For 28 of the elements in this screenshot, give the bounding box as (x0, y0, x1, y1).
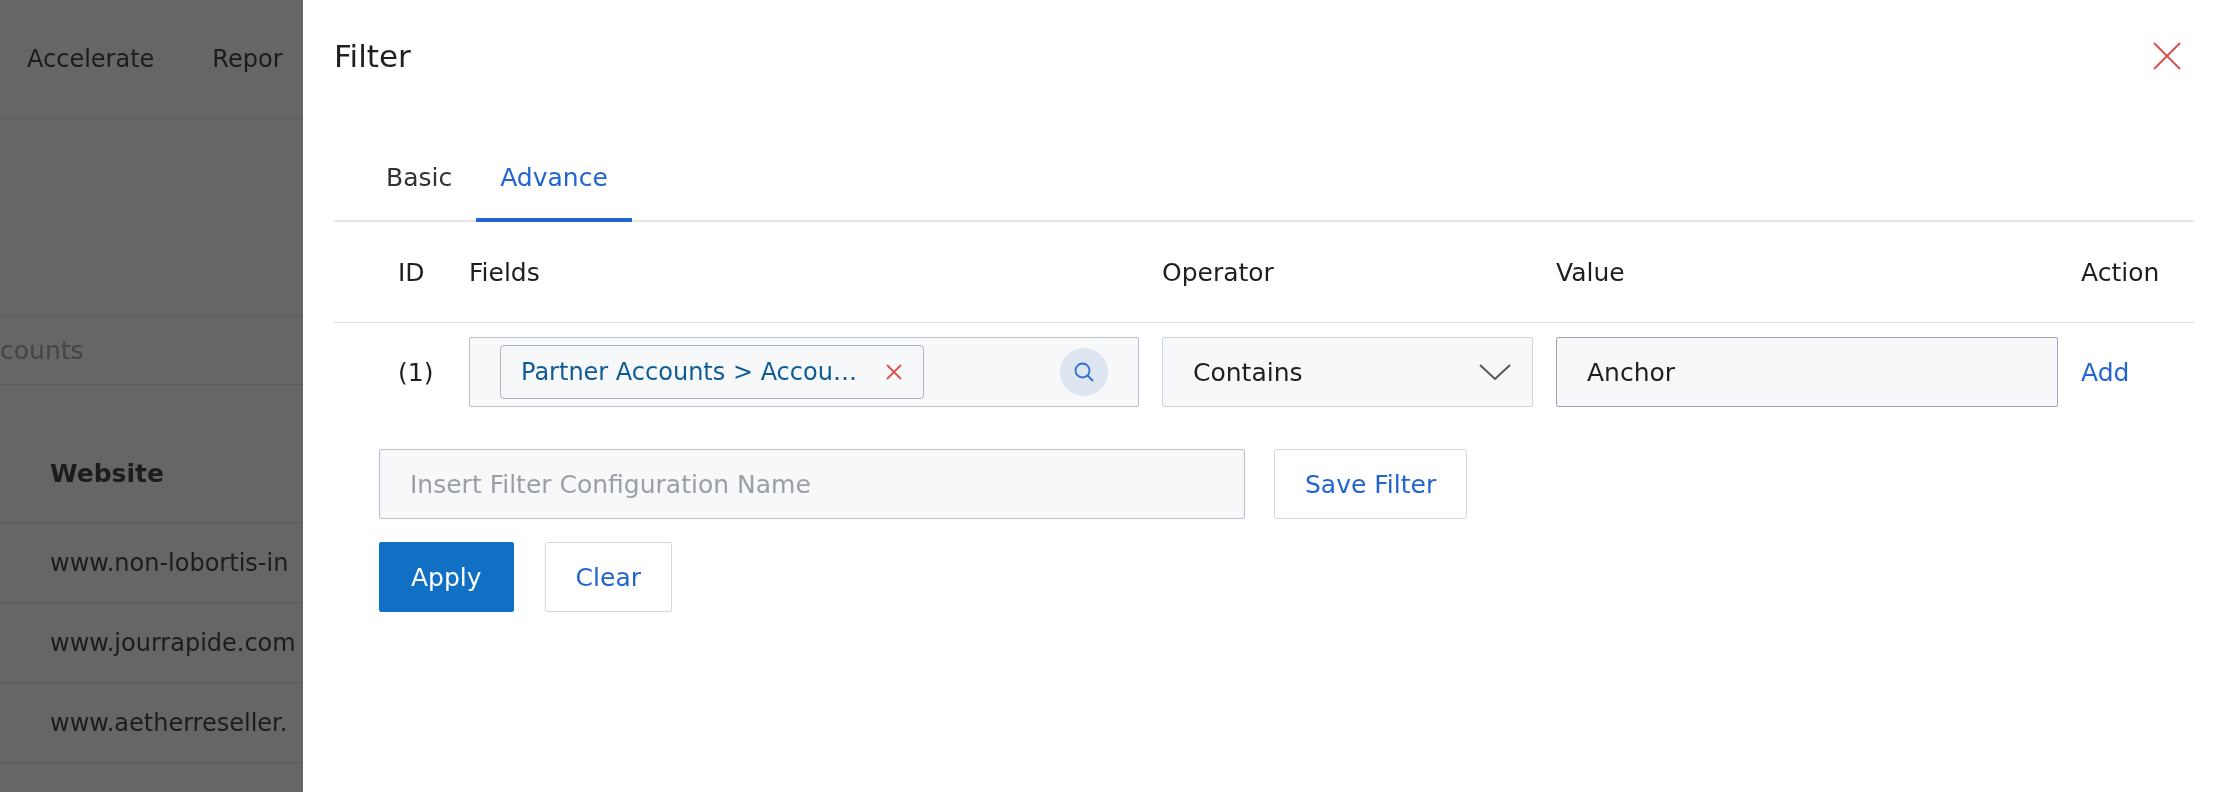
save-filter-button[interactable]: Save Filter (1274, 449, 1468, 519)
fields-field[interactable]: Partner Accounts > Accou… (469, 337, 1139, 407)
table-cell: www.non-lobortis-in (50, 548, 289, 577)
column-header: Value (1556, 257, 1626, 287)
table-cell: www.jourrapide.com (50, 628, 296, 657)
tab[interactable]: Basic (362, 118, 477, 222)
row-id: (1) (398, 357, 435, 387)
column-header: Operator (1162, 257, 1275, 287)
search-icon[interactable] (1060, 348, 1108, 396)
add-link[interactable]: Add (2081, 357, 2194, 387)
apply-button[interactable]: Apply (379, 542, 514, 612)
close-icon[interactable] (2152, 41, 2182, 71)
column-header: Website (50, 459, 164, 488)
panel-title: Filter (334, 38, 411, 74)
config-name-field[interactable]: Insert Filter Configuration Name (379, 449, 1245, 519)
clear-button[interactable]: Clear (544, 542, 672, 612)
remove-icon[interactable] (884, 363, 903, 381)
column-header: ID (398, 257, 426, 287)
table-cell: www.aetherreseller. (50, 708, 288, 737)
value-field[interactable]: Anchor (1556, 337, 2058, 407)
column-header: Action (2081, 257, 2161, 287)
chevron-down-icon (1478, 362, 1512, 382)
field-chip: Partner Accounts > Accou… (500, 345, 924, 399)
operator-dropdown[interactable]: Contains (1162, 337, 1533, 407)
column-header: Fields (469, 257, 541, 287)
nav-item[interactable]: Repor (212, 45, 283, 73)
nav-item[interactable]: Accelerate (27, 45, 155, 73)
tab[interactable]: Advance (476, 118, 632, 222)
